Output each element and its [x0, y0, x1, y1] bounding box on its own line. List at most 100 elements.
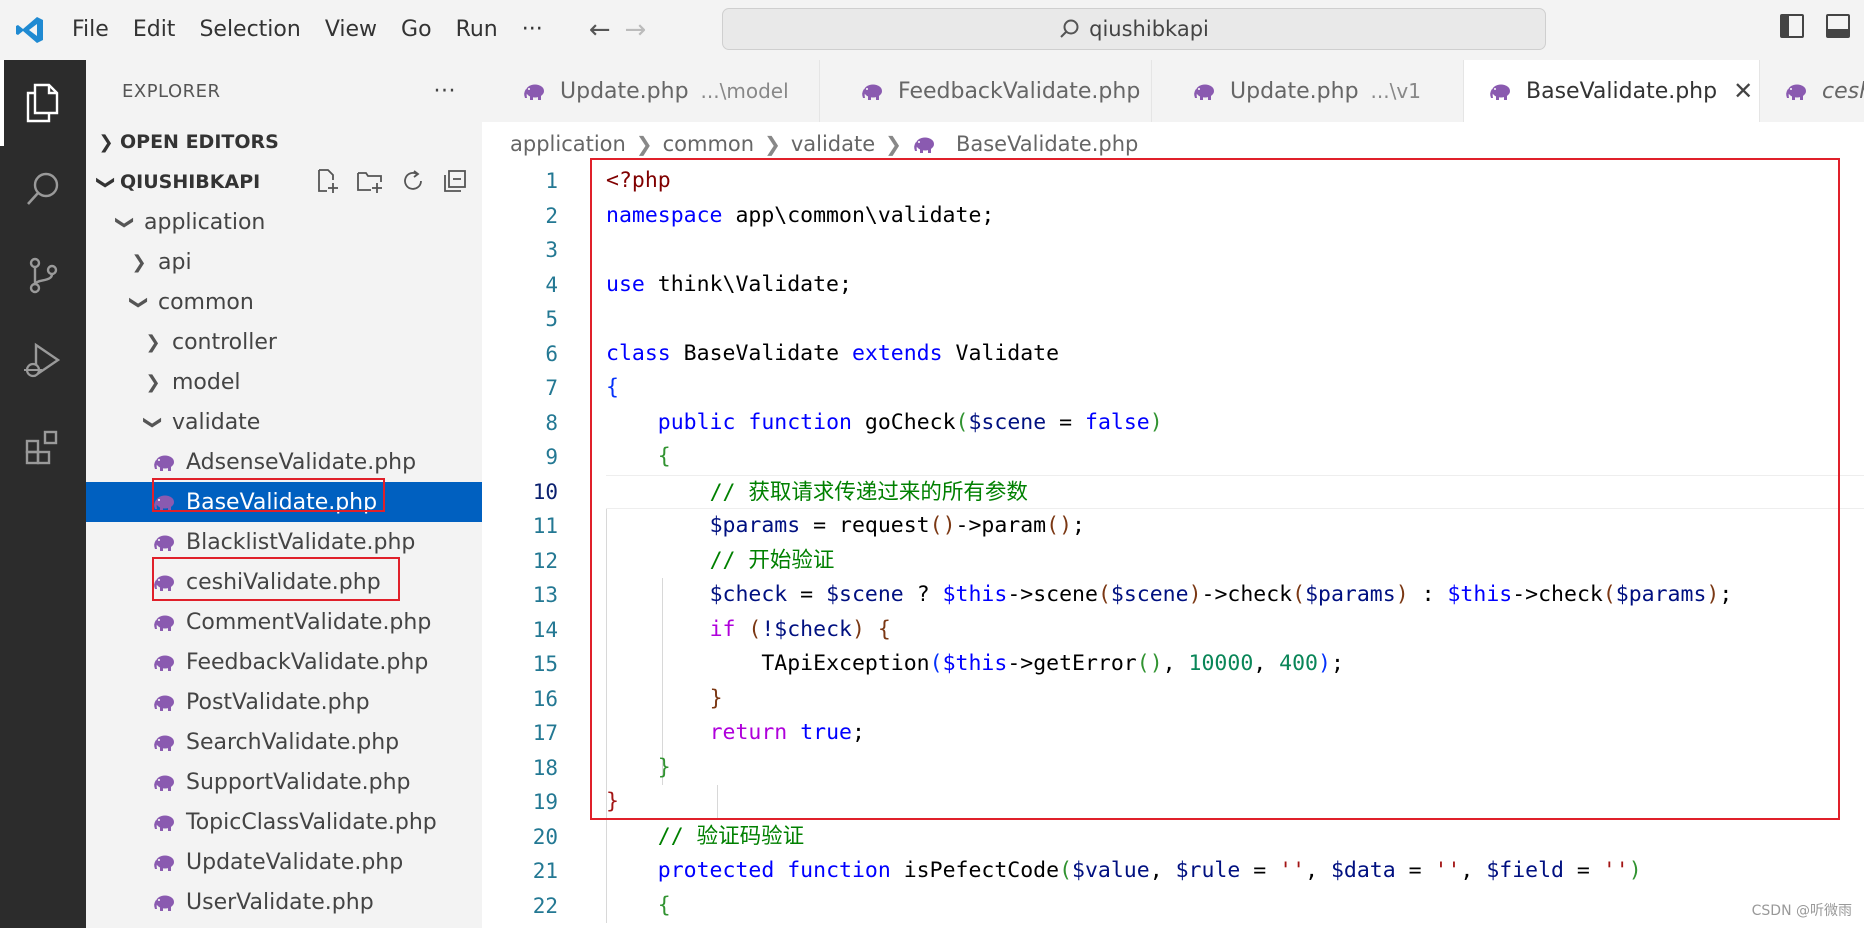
- tab-label: BaseValidate.php: [1526, 78, 1718, 104]
- tab-update-model[interactable]: Update.php ...\model: [482, 60, 820, 122]
- breadcrumb-item[interactable]: BaseValidate.php: [956, 132, 1138, 156]
- tree-file[interactable]: CommentValidate.php: [86, 602, 482, 642]
- menu-edit[interactable]: Edit: [121, 0, 188, 60]
- tab-update-v1[interactable]: Update.php ...\v1: [1152, 60, 1464, 122]
- workspace-section[interactable]: ❯ QIUSHIBKAPI: [86, 162, 482, 202]
- source-control-icon[interactable]: [0, 232, 86, 318]
- breadcrumb: application ❯ common ❯ validate ❯ BaseVa…: [510, 124, 1138, 164]
- tree-file[interactable]: ceshiValidate.php: [86, 562, 482, 602]
- run-debug-icon[interactable]: [0, 318, 86, 404]
- tree-file[interactable]: AdsenseValidate.php: [86, 442, 482, 482]
- line-number: 11: [532, 514, 558, 538]
- code-line-6: class BaseValidate extends Validate: [606, 340, 1060, 366]
- chevron-down-icon: ❯: [142, 414, 164, 430]
- php-file-icon: [152, 893, 176, 911]
- code-editor[interactable]: 1 2 3 4 5 6 7 8 9 10 11 12 13 14 15 16 17 18 19 20 21 22 <?ph…: [482, 164, 1864, 928]
- tab-basevalidate[interactable]: BaseValidate.php ✕: [1464, 60, 1760, 122]
- code-lines: <?php namespace app\common\validate; use…: [606, 164, 1864, 923]
- line-number: 12: [532, 548, 558, 573]
- tree-file[interactable]: UpdateValidate.php: [86, 842, 482, 882]
- tree-file[interactable]: BlacklistValidate.php: [86, 522, 482, 562]
- chevron-right-icon: ❯: [635, 132, 653, 156]
- explorer-icon[interactable]: [0, 60, 86, 146]
- toggle-panel-icon[interactable]: [1826, 14, 1850, 38]
- tree-file[interactable]: UserValidate.php: [86, 882, 482, 922]
- command-center-search[interactable]: qiushibkapi: [722, 8, 1546, 50]
- tree-file[interactable]: FeedbackValidate.php: [86, 642, 482, 682]
- tree-file[interactable]: BaseValidate.php: [86, 482, 482, 522]
- line-number: 20: [532, 824, 558, 849]
- tree-file[interactable]: TopicClassValidate.php: [86, 802, 482, 842]
- refresh-icon[interactable]: [400, 168, 426, 194]
- new-file-icon[interactable]: [314, 168, 340, 194]
- search-view-icon[interactable]: [0, 146, 86, 232]
- explorer-sidebar: EXPLORER ··· ❯ OPEN EDITORS ❯ QIUSHIBKAP…: [86, 60, 482, 928]
- tree-folder[interactable]: ❯ api: [86, 242, 482, 282]
- menu-more[interactable]: ···: [510, 0, 555, 60]
- close-icon[interactable]: ✕: [1733, 77, 1753, 105]
- menu-run[interactable]: Run: [444, 0, 510, 60]
- chevron-down-icon: ❯: [114, 214, 136, 230]
- breadcrumb-item[interactable]: validate: [791, 132, 875, 156]
- tree-file[interactable]: SupportValidate.php: [86, 762, 482, 802]
- menu-view[interactable]: View: [313, 0, 389, 60]
- line-number: 16: [532, 686, 558, 711]
- code-line-14: if (!$check) {: [709, 616, 891, 642]
- tree-item-label: controller: [172, 329, 277, 355]
- php-file-icon: [1488, 82, 1512, 100]
- editor-tabs: Update.php ...\model FeedbackValidate.ph…: [482, 60, 1864, 122]
- php-file-icon: [152, 853, 176, 871]
- code-line-11: $params = request()->param();: [709, 513, 1085, 538]
- search-text: qiushibkapi: [1089, 17, 1209, 41]
- php-file-icon: [152, 533, 176, 551]
- tab-ceshivalidate[interactable]: ceshiVa: [1760, 60, 1864, 122]
- tree-item-label: FeedbackValidate.php: [186, 649, 429, 675]
- tree-folder[interactable]: ❯ validate: [86, 402, 482, 442]
- open-editors-section[interactable]: ❯ OPEN EDITORS: [86, 122, 482, 162]
- php-file-icon: [912, 135, 936, 153]
- line-number: 13: [532, 583, 558, 607]
- activity-bar: [0, 60, 86, 928]
- tree-item-label: model: [172, 369, 241, 395]
- code-line-15: TApiException($this->getError(), 10000, …: [761, 651, 1344, 676]
- tree-folder[interactable]: ❯ application: [86, 202, 482, 242]
- new-folder-icon[interactable]: [356, 168, 384, 194]
- menu-go[interactable]: Go: [389, 0, 444, 60]
- tree-file[interactable]: SearchValidate.php: [86, 722, 482, 762]
- tree-folder[interactable]: ❯ model: [86, 362, 482, 402]
- tree-file[interactable]: PostValidate.php: [86, 682, 482, 722]
- line-number: 4: [545, 272, 558, 297]
- code-line-7: {: [606, 375, 619, 400]
- menu-selection[interactable]: Selection: [187, 0, 312, 60]
- tab-feedbackvalidate[interactable]: FeedbackValidate.php: [820, 60, 1152, 122]
- tree-folder[interactable]: ❯ controller: [86, 322, 482, 362]
- forward-arrow-icon[interactable]: →: [625, 15, 647, 45]
- chevron-right-icon: ❯: [764, 132, 781, 156]
- tab-description: ...\v1: [1370, 79, 1421, 103]
- tree-item-label: SearchValidate.php: [186, 729, 400, 755]
- line-number: 1: [545, 169, 558, 193]
- tree-item-label: CommentValidate.php: [186, 609, 432, 635]
- back-arrow-icon[interactable]: ←: [589, 15, 611, 45]
- tree-folder[interactable]: ❯ common: [86, 282, 482, 322]
- line-number: 19: [532, 790, 558, 814]
- more-actions-icon[interactable]: ···: [434, 79, 456, 104]
- code-line-4: use think\Validate;: [606, 271, 852, 297]
- toggle-sidebar-icon[interactable]: [1780, 14, 1804, 38]
- tree-item-label: TopicClassValidate.php: [186, 809, 437, 835]
- menu-bar: File Edit Selection View Go Run ···: [60, 0, 555, 60]
- code-line-9: {: [657, 444, 671, 469]
- breadcrumb-item[interactable]: common: [663, 132, 754, 156]
- line-number: 3: [545, 238, 558, 262]
- open-editors-label: OPEN EDITORS: [120, 131, 279, 153]
- php-file-icon: [152, 453, 176, 471]
- extensions-icon[interactable]: [0, 404, 86, 490]
- tree-item-label: BaseValidate.php: [186, 489, 378, 515]
- tab-label: Update.php: [1230, 78, 1359, 104]
- breadcrumb-item[interactable]: application: [510, 132, 626, 156]
- menu-file[interactable]: File: [60, 0, 121, 60]
- search-icon: [1060, 19, 1079, 38]
- collapse-all-icon[interactable]: [442, 168, 468, 194]
